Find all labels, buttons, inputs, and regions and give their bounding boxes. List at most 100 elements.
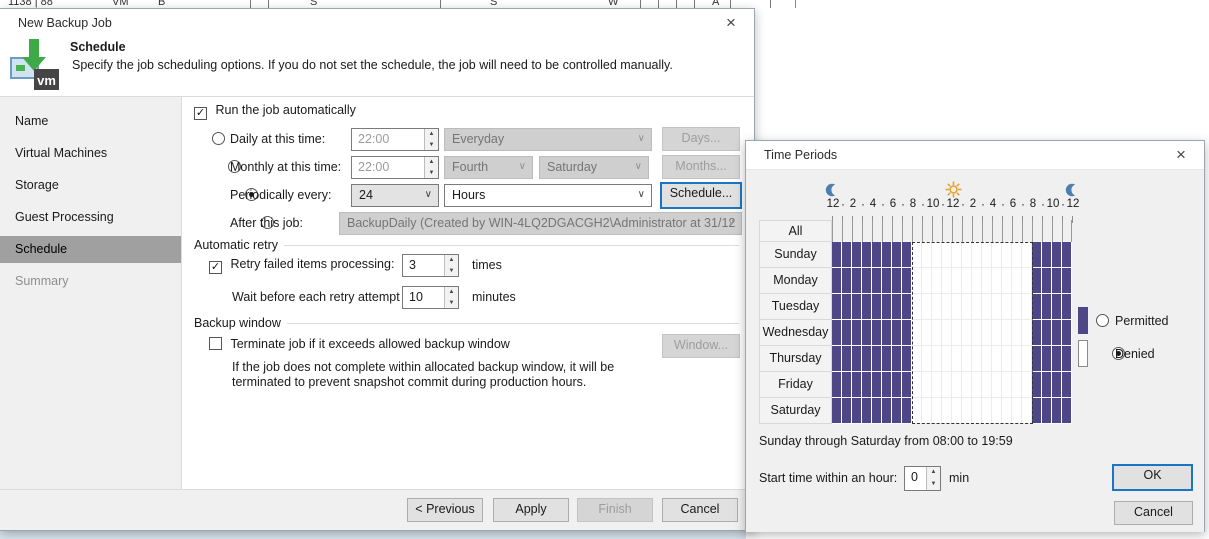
hour-cell[interactable] <box>852 372 862 398</box>
hour-cell[interactable] <box>912 220 922 242</box>
run-automatically-checkbox[interactable]: ✓ <box>194 107 207 120</box>
spin-down-icon[interactable]: ▼ <box>425 168 438 179</box>
hour-cell[interactable] <box>982 346 992 372</box>
hour-cell[interactable] <box>842 294 852 320</box>
hour-cell[interactable] <box>952 346 962 372</box>
previous-button[interactable]: < Previous <box>407 498 483 522</box>
hour-cell[interactable] <box>862 372 872 398</box>
hour-cell[interactable] <box>912 320 922 346</box>
hour-cell[interactable] <box>882 398 892 424</box>
hour-cell[interactable] <box>842 372 852 398</box>
hour-cell[interactable] <box>852 220 862 242</box>
hour-cell[interactable] <box>1012 320 1022 346</box>
spin-up-icon[interactable]: ▲ <box>445 287 458 298</box>
start-time-spinner[interactable]: 0 ▲▼ <box>904 466 941 491</box>
sidebar-item-guest-processing[interactable]: Guest Processing <box>0 201 181 233</box>
hour-cell[interactable] <box>872 242 882 268</box>
hour-cell[interactable] <box>1012 346 1022 372</box>
hour-cell[interactable] <box>872 294 882 320</box>
hour-cell[interactable] <box>1002 242 1012 268</box>
retry-checkbox[interactable]: ✓ <box>209 261 222 274</box>
hour-cell[interactable] <box>832 242 842 268</box>
hour-cell[interactable] <box>942 242 952 268</box>
hour-cell[interactable] <box>832 372 842 398</box>
hour-cell[interactable] <box>1042 372 1052 398</box>
hour-cell[interactable] <box>972 294 982 320</box>
hour-cell[interactable] <box>892 242 902 268</box>
spin-up-icon[interactable]: ▲ <box>927 467 940 479</box>
hour-cell[interactable] <box>1002 268 1012 294</box>
hour-cell[interactable] <box>1062 268 1072 294</box>
spin-up-icon[interactable]: ▲ <box>425 157 438 168</box>
hour-cell[interactable] <box>922 320 932 346</box>
hour-cell[interactable] <box>902 346 912 372</box>
spin-up-icon[interactable]: ▲ <box>425 129 438 140</box>
wizard-close-icon[interactable]: × <box>720 12 742 34</box>
day-label[interactable]: Thursday <box>759 346 832 372</box>
hour-cell[interactable] <box>892 346 902 372</box>
hour-cell[interactable] <box>902 294 912 320</box>
hour-cell[interactable] <box>1042 220 1052 242</box>
hour-cell[interactable] <box>832 220 842 242</box>
hour-cell[interactable] <box>952 294 962 320</box>
day-label[interactable]: Monday <box>759 268 832 294</box>
hour-cell[interactable] <box>1022 294 1032 320</box>
day-label[interactable]: Tuesday <box>759 294 832 320</box>
hour-cell[interactable] <box>852 398 862 424</box>
hour-cell[interactable] <box>1012 372 1022 398</box>
hour-cell[interactable] <box>1012 294 1022 320</box>
hour-cell[interactable] <box>1042 294 1052 320</box>
hour-cell[interactable] <box>872 220 882 242</box>
spin-down-icon[interactable]: ▼ <box>445 298 458 309</box>
hour-cell[interactable] <box>1022 372 1032 398</box>
hour-cell[interactable] <box>922 294 932 320</box>
hour-cell[interactable] <box>1062 294 1072 320</box>
hour-cell[interactable] <box>942 294 952 320</box>
hour-cell[interactable] <box>892 220 902 242</box>
permitted-radio[interactable] <box>1096 314 1109 327</box>
hour-cell[interactable] <box>922 372 932 398</box>
hour-cell[interactable] <box>902 268 912 294</box>
hour-cell[interactable] <box>992 346 1002 372</box>
hour-cell[interactable] <box>1022 268 1032 294</box>
hour-cell[interactable] <box>982 294 992 320</box>
hour-cell[interactable] <box>862 346 872 372</box>
hour-cell[interactable] <box>1052 372 1062 398</box>
hour-cell[interactable] <box>1032 242 1042 268</box>
hour-cell[interactable] <box>832 320 842 346</box>
spin-down-icon[interactable]: ▼ <box>425 140 438 151</box>
daily-radio[interactable] <box>212 132 225 145</box>
hour-cell[interactable] <box>1002 294 1012 320</box>
hour-cell[interactable] <box>972 346 982 372</box>
hour-cell[interactable] <box>932 220 942 242</box>
hour-cell[interactable] <box>952 268 962 294</box>
hour-cell[interactable] <box>832 346 842 372</box>
hour-cell[interactable] <box>892 320 902 346</box>
hour-cell[interactable] <box>882 346 892 372</box>
day-label[interactable]: All <box>759 220 832 242</box>
hour-cell[interactable] <box>862 242 872 268</box>
hour-cell[interactable] <box>842 268 852 294</box>
hour-cell[interactable] <box>992 294 1002 320</box>
hour-cell[interactable] <box>882 220 892 242</box>
hour-cell[interactable] <box>882 372 892 398</box>
day-label[interactable]: Saturday <box>759 398 832 424</box>
apply-button[interactable]: Apply <box>493 498 569 522</box>
hour-cell[interactable] <box>912 294 922 320</box>
day-label[interactable]: Sunday <box>759 242 832 268</box>
hour-cell[interactable] <box>962 320 972 346</box>
hour-cell[interactable] <box>1002 346 1012 372</box>
hour-cell[interactable] <box>832 268 842 294</box>
hour-cell[interactable] <box>1022 320 1032 346</box>
hour-cell[interactable] <box>1002 398 1012 424</box>
hour-cell[interactable] <box>932 242 942 268</box>
hour-cell[interactable] <box>902 242 912 268</box>
hour-cell[interactable] <box>912 398 922 424</box>
hour-cell[interactable] <box>892 268 902 294</box>
hour-cell[interactable] <box>942 398 952 424</box>
hour-cell[interactable] <box>1012 242 1022 268</box>
hour-cell[interactable] <box>942 372 952 398</box>
hour-cell[interactable] <box>1032 346 1042 372</box>
hour-cell[interactable] <box>932 268 942 294</box>
hour-cell[interactable] <box>962 242 972 268</box>
